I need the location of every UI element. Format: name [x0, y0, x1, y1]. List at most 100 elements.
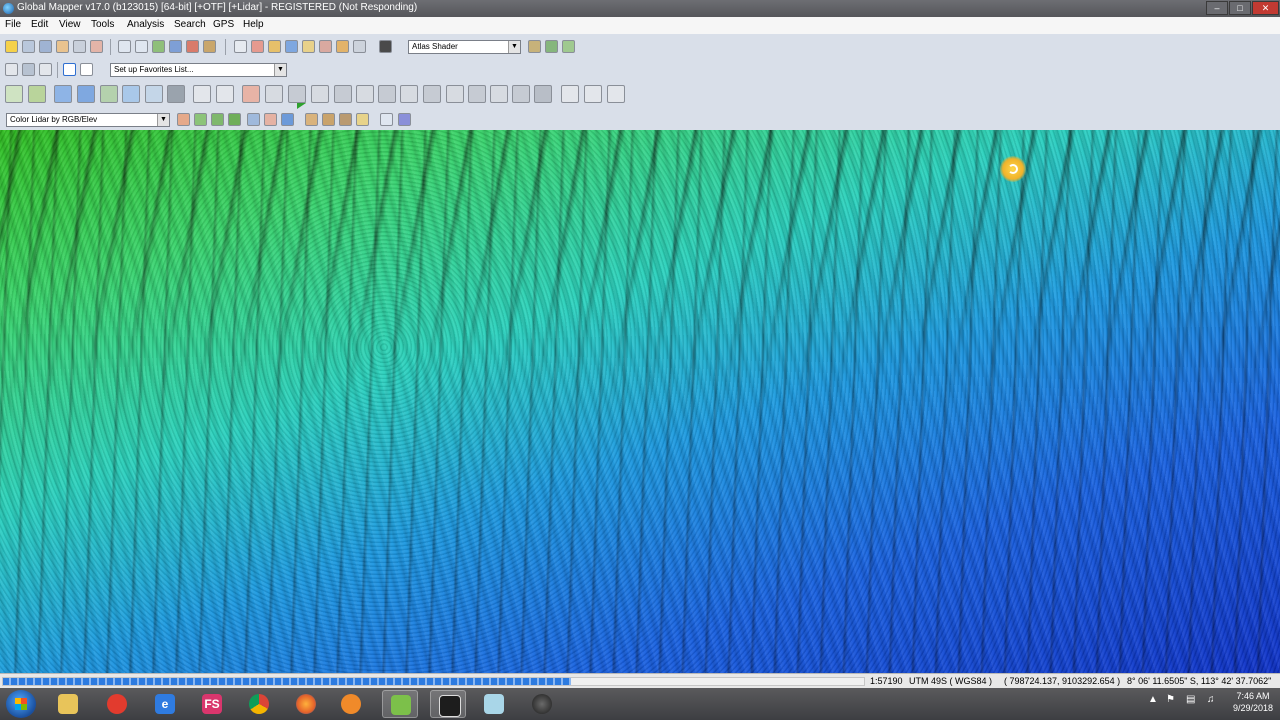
digitizer-cut-icon[interactable] [216, 85, 234, 103]
unload-icon[interactable] [90, 40, 103, 53]
menu-help[interactable]: Help [243, 19, 264, 30]
contrast-icon[interactable] [562, 40, 575, 53]
digitizer-redo-icon[interactable] [584, 85, 602, 103]
script-icon[interactable] [22, 63, 35, 76]
tray-expand-icon[interactable]: ▲ [1148, 694, 1158, 705]
lidar-building-icon[interactable] [305, 113, 318, 126]
taskbar-explorer[interactable] [50, 690, 86, 718]
lidar-extract-icon[interactable] [322, 113, 335, 126]
digitizer-split-icon[interactable] [242, 85, 260, 103]
lidar-grid-icon[interactable] [398, 113, 411, 126]
digitizer-style-icon[interactable] [512, 85, 530, 103]
system-clock[interactable]: 7:46 AM 9/29/2018 [1226, 690, 1280, 714]
digitizer-rect-icon[interactable] [100, 85, 118, 103]
save-icon[interactable] [22, 40, 35, 53]
export-icon[interactable] [73, 40, 86, 53]
digitizer-done-icon[interactable] [607, 85, 625, 103]
digitizer-shape-icon[interactable] [167, 85, 185, 103]
volume-icon[interactable]: ♫ [1207, 694, 1215, 705]
menu-gps[interactable]: GPS [213, 19, 234, 30]
menu-file[interactable]: File [5, 19, 21, 30]
lidar-ground-icon[interactable] [194, 113, 207, 126]
digitizer-area-icon[interactable] [5, 85, 23, 103]
menu-search[interactable]: Search [174, 19, 206, 30]
lidar-3d-icon[interactable] [281, 113, 294, 126]
sunlight-icon[interactable] [545, 40, 558, 53]
north-arrow-icon[interactable] [80, 63, 93, 76]
feature-info-icon[interactable] [285, 40, 298, 53]
edit-favorites-icon[interactable] [39, 63, 52, 76]
digitizer-merge-icon[interactable] [265, 85, 283, 103]
menu-tools[interactable]: Tools [91, 19, 114, 30]
menu-view[interactable]: View [59, 19, 81, 30]
maximize-button[interactable]: □ [1229, 1, 1251, 15]
digitizer-fill-icon[interactable] [534, 85, 552, 103]
lidar-veg-icon[interactable] [211, 113, 224, 126]
view-shed-icon[interactable] [319, 40, 332, 53]
refresh-icon[interactable] [186, 40, 199, 53]
digitizer-combine-icon[interactable] [288, 85, 306, 103]
digitizer-smooth-icon[interactable] [378, 85, 396, 103]
digitizer-move-icon[interactable] [122, 85, 140, 103]
digitizer-snap-icon[interactable] [423, 85, 441, 103]
minimize-button[interactable]: – [1206, 1, 1228, 15]
taskbar-chrome[interactable] [241, 690, 277, 718]
3d-path-icon[interactable] [336, 40, 349, 53]
lidar-color-select[interactable]: Color Lidar by RGB/Elev ▼ [6, 113, 170, 127]
favorites-icon[interactable] [5, 63, 18, 76]
lidar-tree-icon[interactable] [228, 113, 241, 126]
grid-icon[interactable] [203, 40, 216, 53]
target-icon[interactable] [63, 63, 76, 76]
connect-icon[interactable] [39, 40, 52, 53]
digitizer-grid-icon[interactable] [446, 85, 464, 103]
digitizer-rotate-icon[interactable] [145, 85, 163, 103]
menu-analysis[interactable]: Analysis [127, 19, 164, 30]
workspace-icon[interactable] [56, 40, 69, 53]
lidar-profile-icon[interactable] [247, 113, 260, 126]
shader-options-icon[interactable] [528, 40, 541, 53]
lidar-class-icon[interactable] [264, 113, 277, 126]
open-folder-icon[interactable] [5, 40, 18, 53]
zoom-extent-icon[interactable] [152, 40, 165, 53]
lidar-move-icon[interactable] [380, 113, 393, 126]
taskbar-firefox[interactable] [288, 690, 324, 718]
start-button[interactable] [6, 690, 36, 718]
digitizer-crop-icon[interactable] [400, 85, 418, 103]
lidar-search-icon[interactable] [356, 113, 369, 126]
close-button[interactable]: ✕ [1252, 1, 1279, 15]
shader-select[interactable]: Atlas Shader ▼ [408, 40, 521, 54]
taskbar-file-app[interactable] [476, 690, 512, 718]
digitizer-circle-icon[interactable] [77, 85, 95, 103]
dropdown-tool-icon[interactable] [353, 40, 366, 53]
digitizer-buffer-icon[interactable] [334, 85, 352, 103]
taskbar-fs[interactable]: FS [194, 690, 230, 718]
taskbar-terminal[interactable] [430, 690, 466, 718]
digitizer-line-icon[interactable] [28, 85, 46, 103]
pan-icon[interactable] [169, 40, 182, 53]
lidar-filter-icon[interactable] [177, 113, 190, 126]
taskbar-global-mapper[interactable] [382, 690, 418, 718]
taskbar-recorder[interactable] [99, 690, 135, 718]
digitizer-attribute-icon[interactable] [490, 85, 508, 103]
zoom-out-icon[interactable] [135, 40, 148, 53]
binoculars-icon[interactable] [379, 40, 392, 53]
measure-icon[interactable] [268, 40, 281, 53]
digitizer-icon[interactable] [251, 40, 264, 53]
taskbar-globe[interactable] [524, 690, 560, 718]
favorites-select[interactable]: Set up Favorites List... ▼ [110, 63, 287, 77]
map-view[interactable] [0, 130, 1280, 673]
digitizer-simplify-icon[interactable] [356, 85, 374, 103]
menu-edit[interactable]: Edit [31, 19, 48, 30]
action-center-icon[interactable]: ⚑ [1166, 694, 1175, 705]
path-profile-icon[interactable] [302, 40, 315, 53]
taskbar-ie[interactable]: e [147, 690, 183, 718]
network-icon[interactable]: ▤ [1186, 694, 1195, 705]
select-tool-icon[interactable] [234, 40, 247, 53]
digitizer-reshape-icon[interactable] [311, 85, 329, 103]
digitizer-label-icon[interactable] [468, 85, 486, 103]
digitizer-point-icon[interactable] [54, 85, 72, 103]
taskbar-media[interactable] [333, 690, 369, 718]
digitizer-vertex-icon[interactable] [193, 85, 211, 103]
lidar-edit-icon[interactable] [339, 113, 352, 126]
digitizer-undo-icon[interactable] [561, 85, 579, 103]
